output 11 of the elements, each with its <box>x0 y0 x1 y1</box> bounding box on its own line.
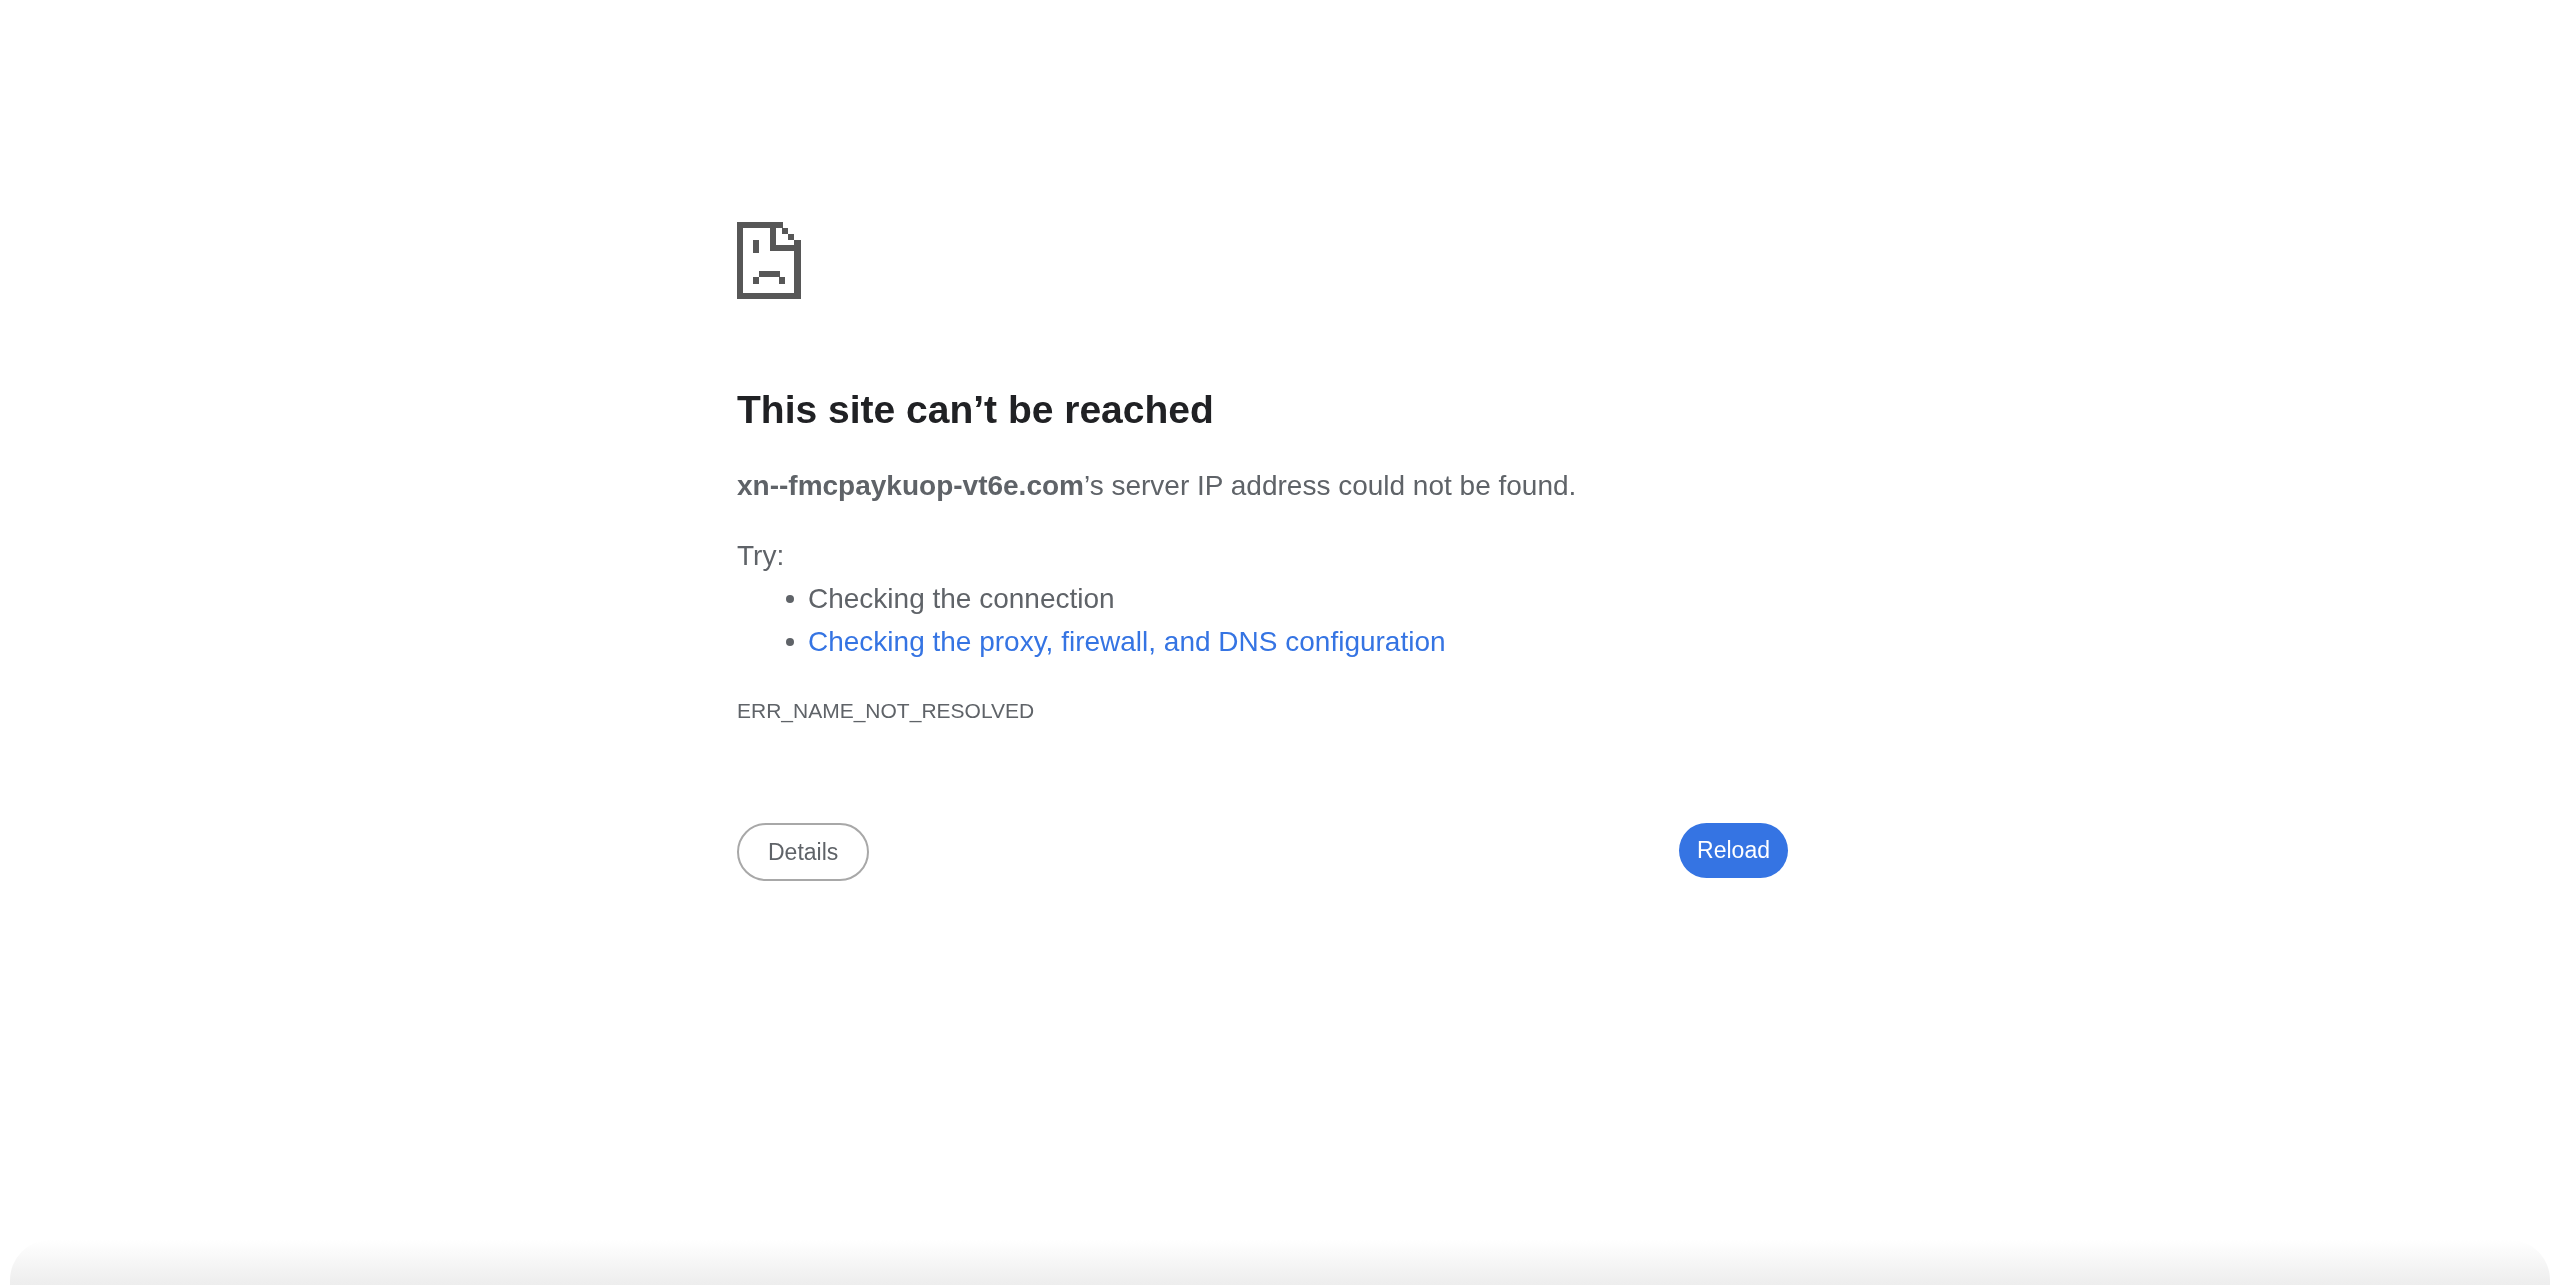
error-code: ERR_NAME_NOT_RESOLVED <box>737 698 1035 725</box>
page-heading: This site can’t be reached <box>737 387 1214 433</box>
sad-page-icon <box>737 222 801 299</box>
network-settings-link[interactable]: Checking the proxy, firewall, and DNS configuration <box>808 620 1446 663</box>
reload-button[interactable]: Reload <box>1679 823 1788 878</box>
bullet-icon <box>786 594 794 603</box>
error-message: xn--fmcpaykuop-vt6e.com’s server IP address could not be found. <box>737 469 1577 503</box>
details-button[interactable]: Details <box>737 823 870 881</box>
try-label: Try: <box>737 539 785 573</box>
suggestion-text: Checking the connection <box>808 582 1115 616</box>
bullet-icon <box>786 637 794 646</box>
